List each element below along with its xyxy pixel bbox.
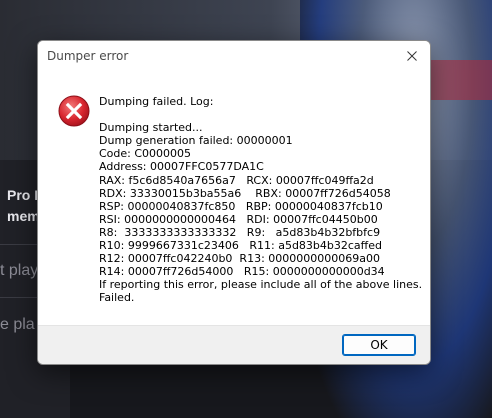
message-line: RDX: 33330015b3ba55a6 RBX: 00007ff726d54… [99, 186, 391, 200]
message-line: RAX: f5c6d8540a7656a7 RCX: 00007ffc049ff… [99, 173, 374, 187]
message-line: R10: 9999667331c23406 R11: a5d83b4b32caf… [99, 239, 382, 253]
close-icon [407, 51, 417, 61]
dialog-button-bar: OK [38, 325, 430, 364]
message-line: Failed. [99, 291, 135, 305]
background-menu-item-2[interactable]: e pla [0, 316, 35, 334]
message-line: If reporting this error, please include … [99, 278, 423, 292]
message-line: RSI: 0000000000000464 RDI: 00007ffc04450… [99, 212, 378, 226]
message-line: RSP: 00000040837fc850 RBP: 00000040837fc… [99, 199, 383, 213]
message-line: Dumping started... [99, 121, 203, 135]
error-message: Dumping failed. Log: Dumping started... Du… [99, 95, 424, 305]
dumper-error-dialog: Dumper error Dumping failed. Log: Dumping… [37, 40, 431, 365]
dialog-title: Dumper error [47, 49, 129, 63]
close-button[interactable] [394, 41, 430, 71]
message-line: Dumping failed. Log: [99, 95, 214, 108]
message-line: Dump generation failed: 00000001 [99, 134, 293, 148]
message-line: R12: 00007ffc042240b0 R13: 0000000000069… [99, 252, 380, 266]
message-line: Address: 00007FFC0577DA1C [99, 160, 264, 174]
ok-button[interactable]: OK [342, 334, 416, 356]
background-menu-item-1[interactable]: t play [0, 262, 38, 280]
dialog-titlebar[interactable]: Dumper error [38, 41, 430, 71]
message-line: Code: C0000005 [99, 147, 192, 161]
dialog-content: Dumping failed. Log: Dumping started... Du… [38, 71, 430, 326]
background-title-line-2: mem [7, 208, 40, 224]
error-icon [58, 95, 90, 127]
message-line [99, 108, 424, 121]
message-line: R8: 3333333333333332 R9: a5d83b4b32bfbfc… [99, 225, 381, 239]
message-line: R14: 00007ff726d54000 R15: 0000000000000… [99, 265, 385, 279]
